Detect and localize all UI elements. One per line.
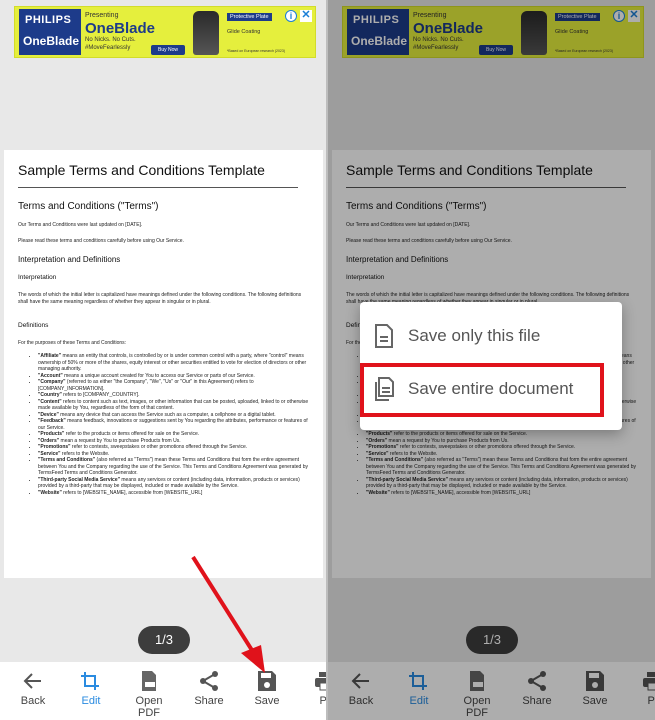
page-counter: 1/3 <box>138 626 190 654</box>
save-label: Save <box>254 695 280 707</box>
doc-interp-defs: Interpretation and Definitions <box>18 255 121 264</box>
ad-hashtag: #MoveFearlessly <box>85 45 131 51</box>
doc-title: Sample Terms and Conditions Template <box>18 162 265 178</box>
open-pdf-button[interactable]: Open PDF <box>124 670 174 719</box>
doc-definitions: Definitions <box>18 322 49 329</box>
arrow-left-icon <box>23 673 41 689</box>
save-options-popup: Save only this file Save entire document <box>360 302 622 430</box>
screenshot-right: PHILIPS OneBlade Presenting OneBlade No … <box>328 0 655 720</box>
printer-icon <box>315 672 327 691</box>
list-item: "Feedback" means feedback, innovations o… <box>38 418 312 431</box>
crop-icon <box>81 672 99 690</box>
ad-feature-2: Glide Coating <box>227 29 261 35</box>
ad-brand-product: OneBlade <box>23 34 80 48</box>
share-button[interactable]: Share <box>184 670 234 707</box>
edit-button[interactable]: Edit <box>66 670 116 707</box>
save-button[interactable]: Save <box>242 670 292 707</box>
share-label: Share <box>194 695 224 707</box>
save-only-this-file-label: Save only this file <box>408 326 541 345</box>
ad-brand-logo: PHILIPS OneBlade <box>19 9 81 55</box>
ad-disclaimer: *Based on European research (2023) <box>227 49 285 53</box>
red-arrow-annotation <box>191 555 265 673</box>
doc-updated: Our Terms and Conditions were last updat… <box>18 222 143 228</box>
edit-label: Edit <box>81 695 101 707</box>
doc-read: Please read these terms and conditions c… <box>18 238 184 244</box>
doc-heading: Terms and Conditions ("Terms") <box>18 201 159 212</box>
ad-presenting: Presenting <box>85 12 119 19</box>
list-item: "Website" refers to [WEBSITE_NAME], acce… <box>38 490 312 497</box>
list-item: "Company" (referred to as either "the Co… <box>38 379 312 392</box>
document-page[interactable]: Sample Terms and Conditions Template Ter… <box>4 150 323 578</box>
list-item: "Third-party Social Media Service" means… <box>38 477 312 490</box>
ad-product-image <box>193 11 219 55</box>
pdf-icon <box>142 671 156 691</box>
ad-brand-name: PHILIPS <box>25 14 72 26</box>
back-label: Back <box>20 695 46 707</box>
ad-close-icon[interactable]: ✕ <box>300 10 312 22</box>
open-pdf-label: Open PDF <box>135 695 163 719</box>
screenshot-left: PHILIPS OneBlade Presenting OneBlade No … <box>0 0 327 720</box>
ad-buy-button[interactable]: Buy Now <box>151 45 185 55</box>
doc-definition-list: "Affiliate" means an entity that control… <box>38 353 312 496</box>
list-item: "Terms and Conditions" (also referred as… <box>38 457 312 477</box>
print-button[interactable]: Pr <box>300 670 327 707</box>
bottom-toolbar: Back Edit Open PDF Share Save Pr <box>0 662 327 720</box>
file-icon <box>375 324 393 348</box>
doc-interp-text: The words of which the initial letter is… <box>18 292 302 305</box>
doc-interpretation: Interpretation <box>18 274 57 281</box>
list-item: "Content" refers to content such as text… <box>38 399 312 412</box>
ad-tagline: No Nicks. No Cuts. <box>85 37 136 43</box>
ad-headline: OneBlade <box>85 20 156 37</box>
ad-feature-1: Protective Plate <box>227 13 272 21</box>
doc-purposes: For the purposes of these Terms and Cond… <box>18 340 127 346</box>
list-item: "Affiliate" means an entity that control… <box>38 353 312 373</box>
red-highlight-annotation <box>360 363 604 417</box>
doc-title-rule <box>18 187 298 188</box>
ad-banner[interactable]: PHILIPS OneBlade Presenting OneBlade No … <box>14 6 316 58</box>
save-only-this-file-option[interactable]: Save only this file <box>360 312 622 360</box>
ad-info-icon[interactable]: i <box>285 10 297 22</box>
back-button[interactable]: Back <box>8 670 58 707</box>
